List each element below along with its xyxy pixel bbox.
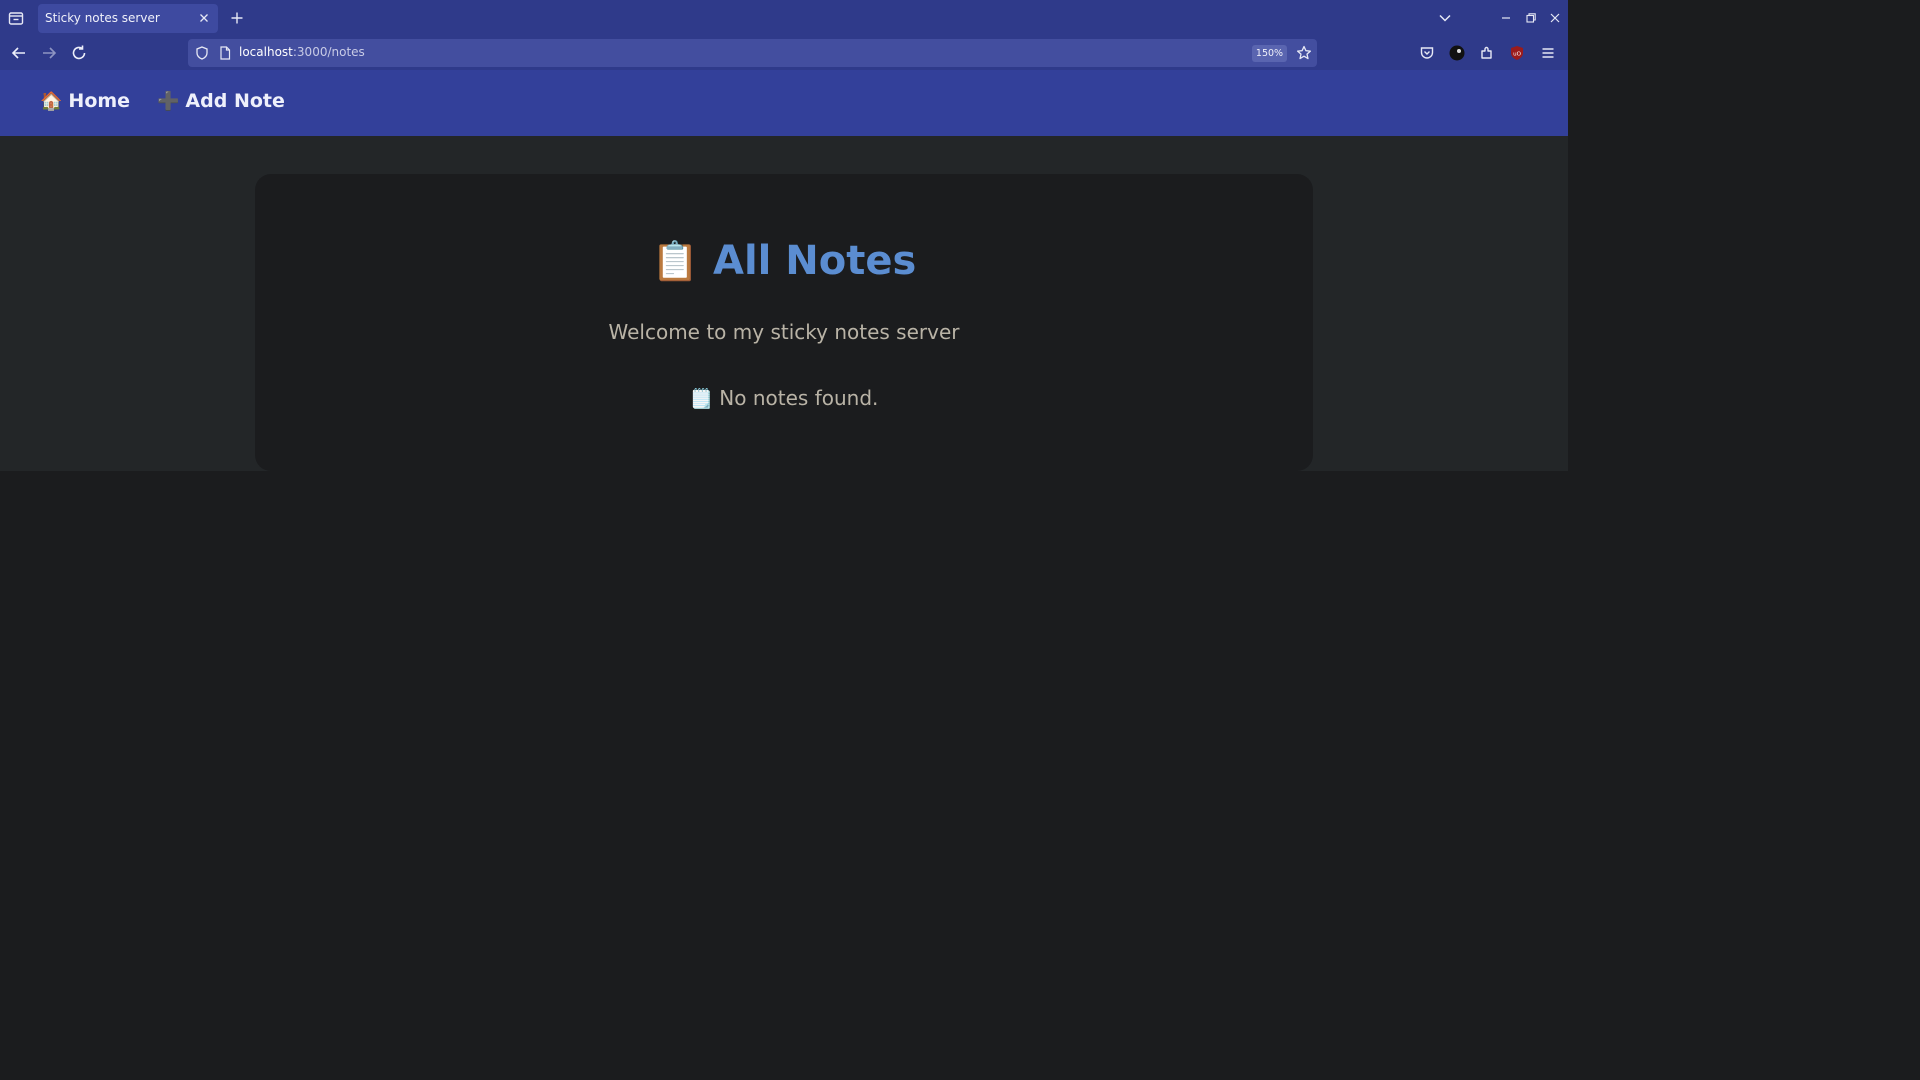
- empty-state-text: No notes found.: [719, 386, 879, 410]
- extensions-icon[interactable]: [1478, 44, 1496, 62]
- app-nav-bar: 🏠 Home ➕ Add Note: [0, 70, 1568, 136]
- plus-icon[interactable]: [228, 9, 246, 27]
- close-icon[interactable]: [196, 10, 212, 26]
- zoom-level-badge[interactable]: 150%: [1252, 45, 1287, 62]
- add-note-link-label: Add Note: [185, 90, 285, 112]
- menu-icon[interactable]: [1539, 44, 1557, 62]
- page-icon[interactable]: [218, 45, 232, 61]
- url-host: localhost: [239, 45, 293, 59]
- ublock-icon[interactable]: uO: [1508, 44, 1526, 62]
- minimize-icon[interactable]: [1497, 9, 1515, 27]
- page-title: 📋 All Notes: [255, 238, 1313, 284]
- chevron-down-icon[interactable]: [1436, 9, 1454, 27]
- url-path: :3000/notes: [292, 45, 365, 59]
- tab-list-icon[interactable]: [6, 8, 26, 28]
- notepad-icon: 🗒️: [689, 388, 714, 410]
- forward-arrow-icon[interactable]: [38, 42, 60, 64]
- add-note-link[interactable]: ➕ Add Note: [157, 90, 285, 112]
- plus-icon: ➕: [157, 90, 180, 112]
- navigation-bar: localhost:3000/notes 150% uO: [0, 36, 1568, 70]
- home-link-label: Home: [68, 90, 131, 112]
- reload-icon[interactable]: [68, 42, 90, 64]
- tab-bar: Sticky notes server: [0, 0, 1568, 36]
- address-bar[interactable]: localhost:3000/notes 150%: [188, 39, 1317, 67]
- notes-card: 📋 All Notes Welcome to my sticky notes se…: [255, 174, 1313, 471]
- tab-title: Sticky notes server: [45, 11, 160, 25]
- restore-icon[interactable]: [1522, 9, 1540, 27]
- star-icon[interactable]: [1295, 44, 1313, 62]
- account-icon[interactable]: [1448, 44, 1466, 62]
- close-window-icon[interactable]: [1546, 9, 1564, 27]
- browser-chrome: Sticky notes server localhost:3000/notes…: [0, 0, 1568, 70]
- page-title-text: All Notes: [713, 238, 917, 284]
- back-arrow-icon[interactable]: [8, 42, 30, 64]
- url-text[interactable]: localhost:3000/notes: [239, 45, 365, 59]
- clipboard-icon: 📋: [651, 239, 699, 283]
- shield-icon[interactable]: [194, 45, 210, 61]
- home-link[interactable]: 🏠 Home: [40, 90, 130, 112]
- welcome-text: Welcome to my sticky notes server: [608, 320, 960, 344]
- svg-text:uO: uO: [1513, 52, 1521, 58]
- browser-tab[interactable]: Sticky notes server: [38, 4, 218, 33]
- empty-state: 🗒️ No notes found.: [255, 386, 1313, 410]
- pocket-icon[interactable]: [1418, 44, 1436, 62]
- house-icon: 🏠: [40, 90, 63, 112]
